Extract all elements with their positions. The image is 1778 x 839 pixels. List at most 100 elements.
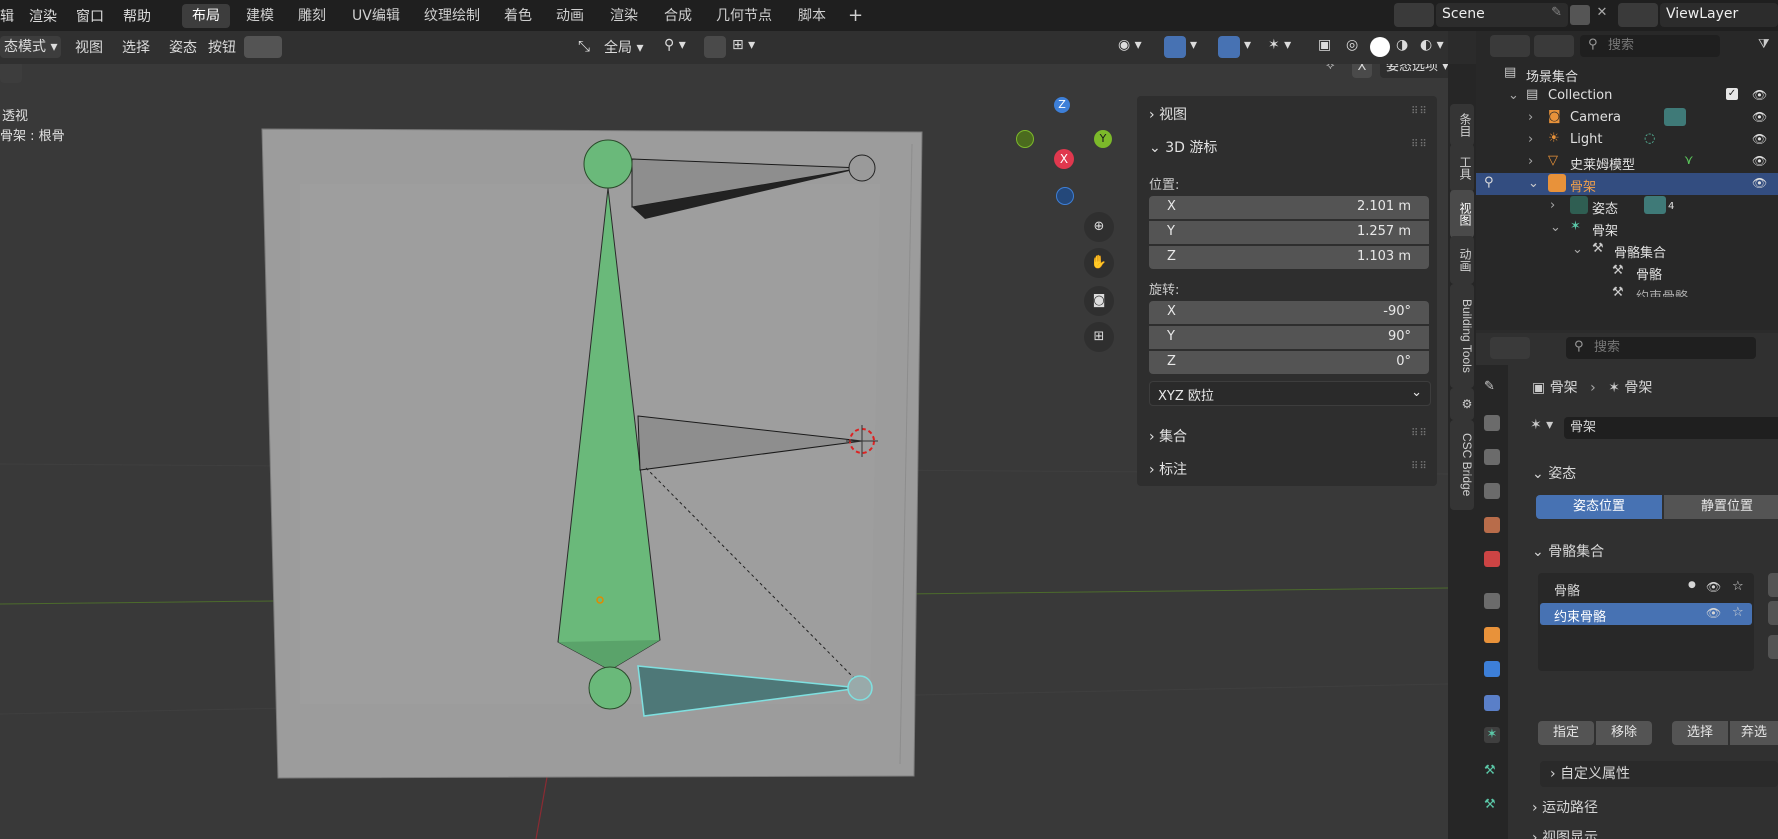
star-icon[interactable]: ☆ [1732, 605, 1744, 620]
location-z-field[interactable]: Z 1.103 m [1149, 246, 1429, 269]
tab-scripting[interactable]: 脚本 [788, 4, 836, 28]
object-icon[interactable] [1484, 627, 1500, 643]
custom-props-subpanel[interactable]: › 自定义属性 [1540, 761, 1778, 787]
tab-shading[interactable]: 着色 [494, 4, 542, 28]
display-mode-icon[interactable] [1490, 35, 1530, 57]
view-layer-icon[interactable] [1484, 483, 1500, 499]
camera-data-icon[interactable] [1664, 108, 1686, 126]
bone-overlay-icon[interactable]: ✶ ▾ [1268, 37, 1291, 53]
list-item[interactable]: 骨骼 ● 👁 ☆ [1538, 577, 1754, 599]
transform-orientation-dropdown[interactable]: 全局 ▾ [604, 37, 643, 57]
pin-icon[interactable]: ✎ [1551, 5, 1562, 20]
gizmo-y-axis[interactable]: Y [1094, 130, 1112, 148]
chevron-down-icon[interactable]: ⌄ [1528, 176, 1539, 191]
deselect-button[interactable]: 弃选 [1730, 721, 1778, 745]
gizmo-toggle-icon[interactable] [1164, 36, 1186, 58]
rotation-y-field[interactable]: Y 90° [1149, 326, 1429, 349]
tab-animation[interactable]: 动画 [546, 4, 594, 28]
bone-collections-section-header[interactable]: ⌄ 骨骼集合 [1532, 541, 1604, 561]
chevron-down-icon[interactable]: ⌄ [1550, 220, 1561, 235]
snap-icon[interactable] [704, 36, 726, 58]
select-button[interactable]: 选择 [1672, 721, 1728, 745]
annotation-section-header[interactable]: › 标注 [1149, 459, 1187, 479]
menu-select[interactable]: 选择 [122, 37, 150, 57]
drag-handle-icon[interactable]: ⠿⠿ [1411, 461, 1427, 472]
data-name-field[interactable]: 骨架 [1564, 417, 1778, 439]
remove-button[interactable]: 移除 [1596, 721, 1652, 745]
pose-mode-icon[interactable]: ⚲ [1484, 175, 1494, 190]
outliner-row-armature[interactable]: ⚲ ⌄ 骨架 👁 [1476, 173, 1778, 195]
drag-handle-icon[interactable]: ⠿⠿ [1411, 428, 1427, 439]
tab-compositing[interactable]: 合成 [654, 4, 702, 28]
eye-icon[interactable]: 👁 [1752, 132, 1767, 146]
view-section-header[interactable]: › 视图 [1149, 104, 1187, 124]
chevron-right-icon[interactable]: › [1528, 110, 1533, 125]
pan-hand-icon[interactable]: ✋ [1084, 248, 1114, 278]
rotation-x-field[interactable]: X -90° [1149, 301, 1429, 324]
world-icon[interactable] [1484, 551, 1500, 567]
mesh-data-icon[interactable]: ⋎ [1684, 153, 1694, 168]
drag-handle-icon[interactable]: ⠿⠿ [1411, 139, 1427, 150]
gizmo-z-axis[interactable]: Z [1054, 97, 1070, 113]
chevron-right-icon[interactable]: › [1528, 154, 1533, 169]
mirror-icon[interactable]: ⟡ [1326, 64, 1342, 74]
rotation-mode-dropdown[interactable]: XYZ 欧拉 ⌄ [1149, 381, 1431, 406]
transform-orientation-icon[interactable]: ⤡ [578, 37, 590, 55]
outliner-row-bones[interactable]: ⚒ 骨骼 [1476, 261, 1778, 283]
scene-icon[interactable] [1484, 517, 1500, 533]
bone-icon[interactable]: ⚒ [1484, 763, 1500, 779]
eye-icon[interactable]: 👁 [1752, 88, 1767, 102]
tab-uv[interactable]: UV编辑 [342, 4, 410, 28]
outliner-row-armature-data[interactable]: ⌄ ✶ 骨架 [1476, 217, 1778, 239]
xray-icon[interactable]: ▣ [1318, 37, 1331, 53]
bone-select-mode-icon[interactable] [244, 36, 282, 58]
gizmo-neg-y-axis[interactable] [1016, 130, 1034, 148]
list-item[interactable]: 约束骨骼 👁 ☆ [1540, 603, 1752, 625]
tab-tool[interactable]: 工具 [1450, 144, 1474, 192]
tab-modeling[interactable]: 建模 [236, 4, 284, 28]
star-icon[interactable]: ☆ [1732, 579, 1744, 594]
collection-icon[interactable] [1484, 593, 1500, 609]
eye-icon[interactable]: 👁 [1752, 176, 1767, 190]
bone-collection-list[interactable]: 骨骼 ● 👁 ☆ 约束骨骼 👁 ☆ [1538, 573, 1754, 671]
camera-view-icon[interactable]: ◙ [1084, 286, 1114, 316]
editor-type-icon[interactable] [1490, 337, 1530, 359]
tab-sculpt[interactable]: 雕刻 [288, 4, 336, 28]
pose-section-header[interactable]: ⌄ 姿态 [1532, 463, 1576, 483]
location-x-field[interactable]: X 2.101 m [1149, 196, 1429, 219]
light-data-icon[interactable]: ◌ [1644, 131, 1655, 146]
add-workspace-button[interactable]: + [838, 4, 873, 28]
cursor-section-header[interactable]: ⌄ 3D 游标 [1149, 137, 1217, 157]
ortho-grid-icon[interactable]: ⊞ [1084, 322, 1114, 352]
outliner-row-light[interactable]: › ☀ Light ◌ 👁 [1476, 129, 1778, 151]
funnel-icon[interactable]: ⧩ [1758, 37, 1770, 52]
tab-item[interactable]: 条目 [1450, 104, 1474, 146]
outliner-search-input[interactable]: 搜索 [1580, 35, 1720, 57]
constraints-icon[interactable] [1484, 695, 1500, 711]
solid-shading-icon[interactable] [1370, 37, 1390, 57]
x-mirror-button[interactable]: X [1352, 64, 1372, 78]
rest-position-button[interactable]: 静置位置 [1664, 495, 1778, 519]
material-shading-icon[interactable]: ◑ [1396, 37, 1408, 53]
chevron-down-icon[interactable]: ⌄ [1572, 242, 1583, 257]
eye-icon[interactable]: 👁 [1752, 154, 1767, 168]
scene-name-field[interactable]: Scene ✎ [1436, 3, 1568, 27]
collection-menu-button[interactable] [1768, 635, 1778, 659]
chevron-right-icon[interactable]: › [1528, 132, 1533, 147]
chevron-down-icon[interactable]: ⌄ [1508, 88, 1519, 103]
overlay-toggle-icon[interactable] [1218, 36, 1240, 58]
view-layer-field[interactable]: ViewLayer [1660, 3, 1778, 27]
rotation-z-field[interactable]: Z 0° [1149, 351, 1429, 374]
filter-icon[interactable] [1534, 35, 1574, 57]
chevron-right-icon[interactable]: › [1550, 198, 1555, 213]
menu-view[interactable]: 视图 [75, 37, 103, 57]
tab-building-tools[interactable]: Building Tools [1450, 284, 1474, 388]
properties-search-input[interactable]: 搜索 [1566, 337, 1756, 359]
viewport-display-section-header[interactable]: › 视图显示 [1532, 825, 1778, 839]
visibility-icon[interactable]: ◉ ▾ [1118, 37, 1142, 53]
menu-render[interactable]: 渲染 [29, 6, 57, 26]
outliner-row-collection[interactable]: ⌄ ▤ Collection ✓ 👁 [1476, 85, 1778, 107]
pose-position-button[interactable]: 姿态位置 [1536, 495, 1662, 519]
tab-view[interactable]: 视图 [1450, 190, 1474, 238]
assign-button[interactable]: 指定 [1538, 721, 1594, 745]
